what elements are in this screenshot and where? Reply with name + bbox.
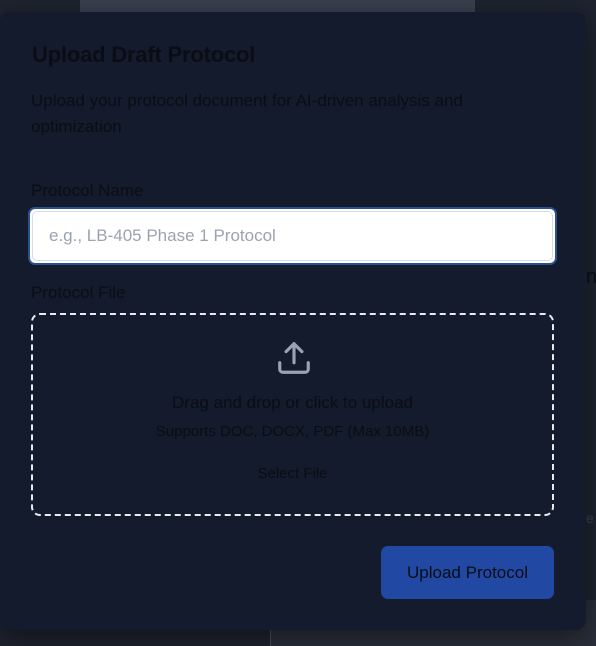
background-text: e [586,510,594,526]
background-text: n [586,266,596,288]
upload-icon [278,342,310,374]
dialog-title: Upload Draft Protocol [32,42,256,67]
protocol-name-label: Protocol Name [31,181,144,200]
file-dropzone[interactable]: Drag and drop or click to upload Support… [31,313,554,516]
protocol-file-label: Protocol File [31,283,126,302]
upload-protocol-dialog: Upload Draft Protocol Upload your protoc… [0,12,586,630]
upload-protocol-button[interactable]: Upload Protocol [381,546,554,599]
protocol-name-input[interactable] [32,211,553,261]
select-file-button[interactable]: Select File [33,465,552,482]
dropzone-subtitle: Supports DOC, DOCX, PDF (Max 10MB) [155,423,430,440]
protocol-name-field-wrapper [28,207,557,265]
background-header [80,0,475,12]
dialog-description: Upload your protocol document for AI-dri… [31,91,463,136]
dropzone-title: Drag and drop or click to upload [172,393,413,412]
